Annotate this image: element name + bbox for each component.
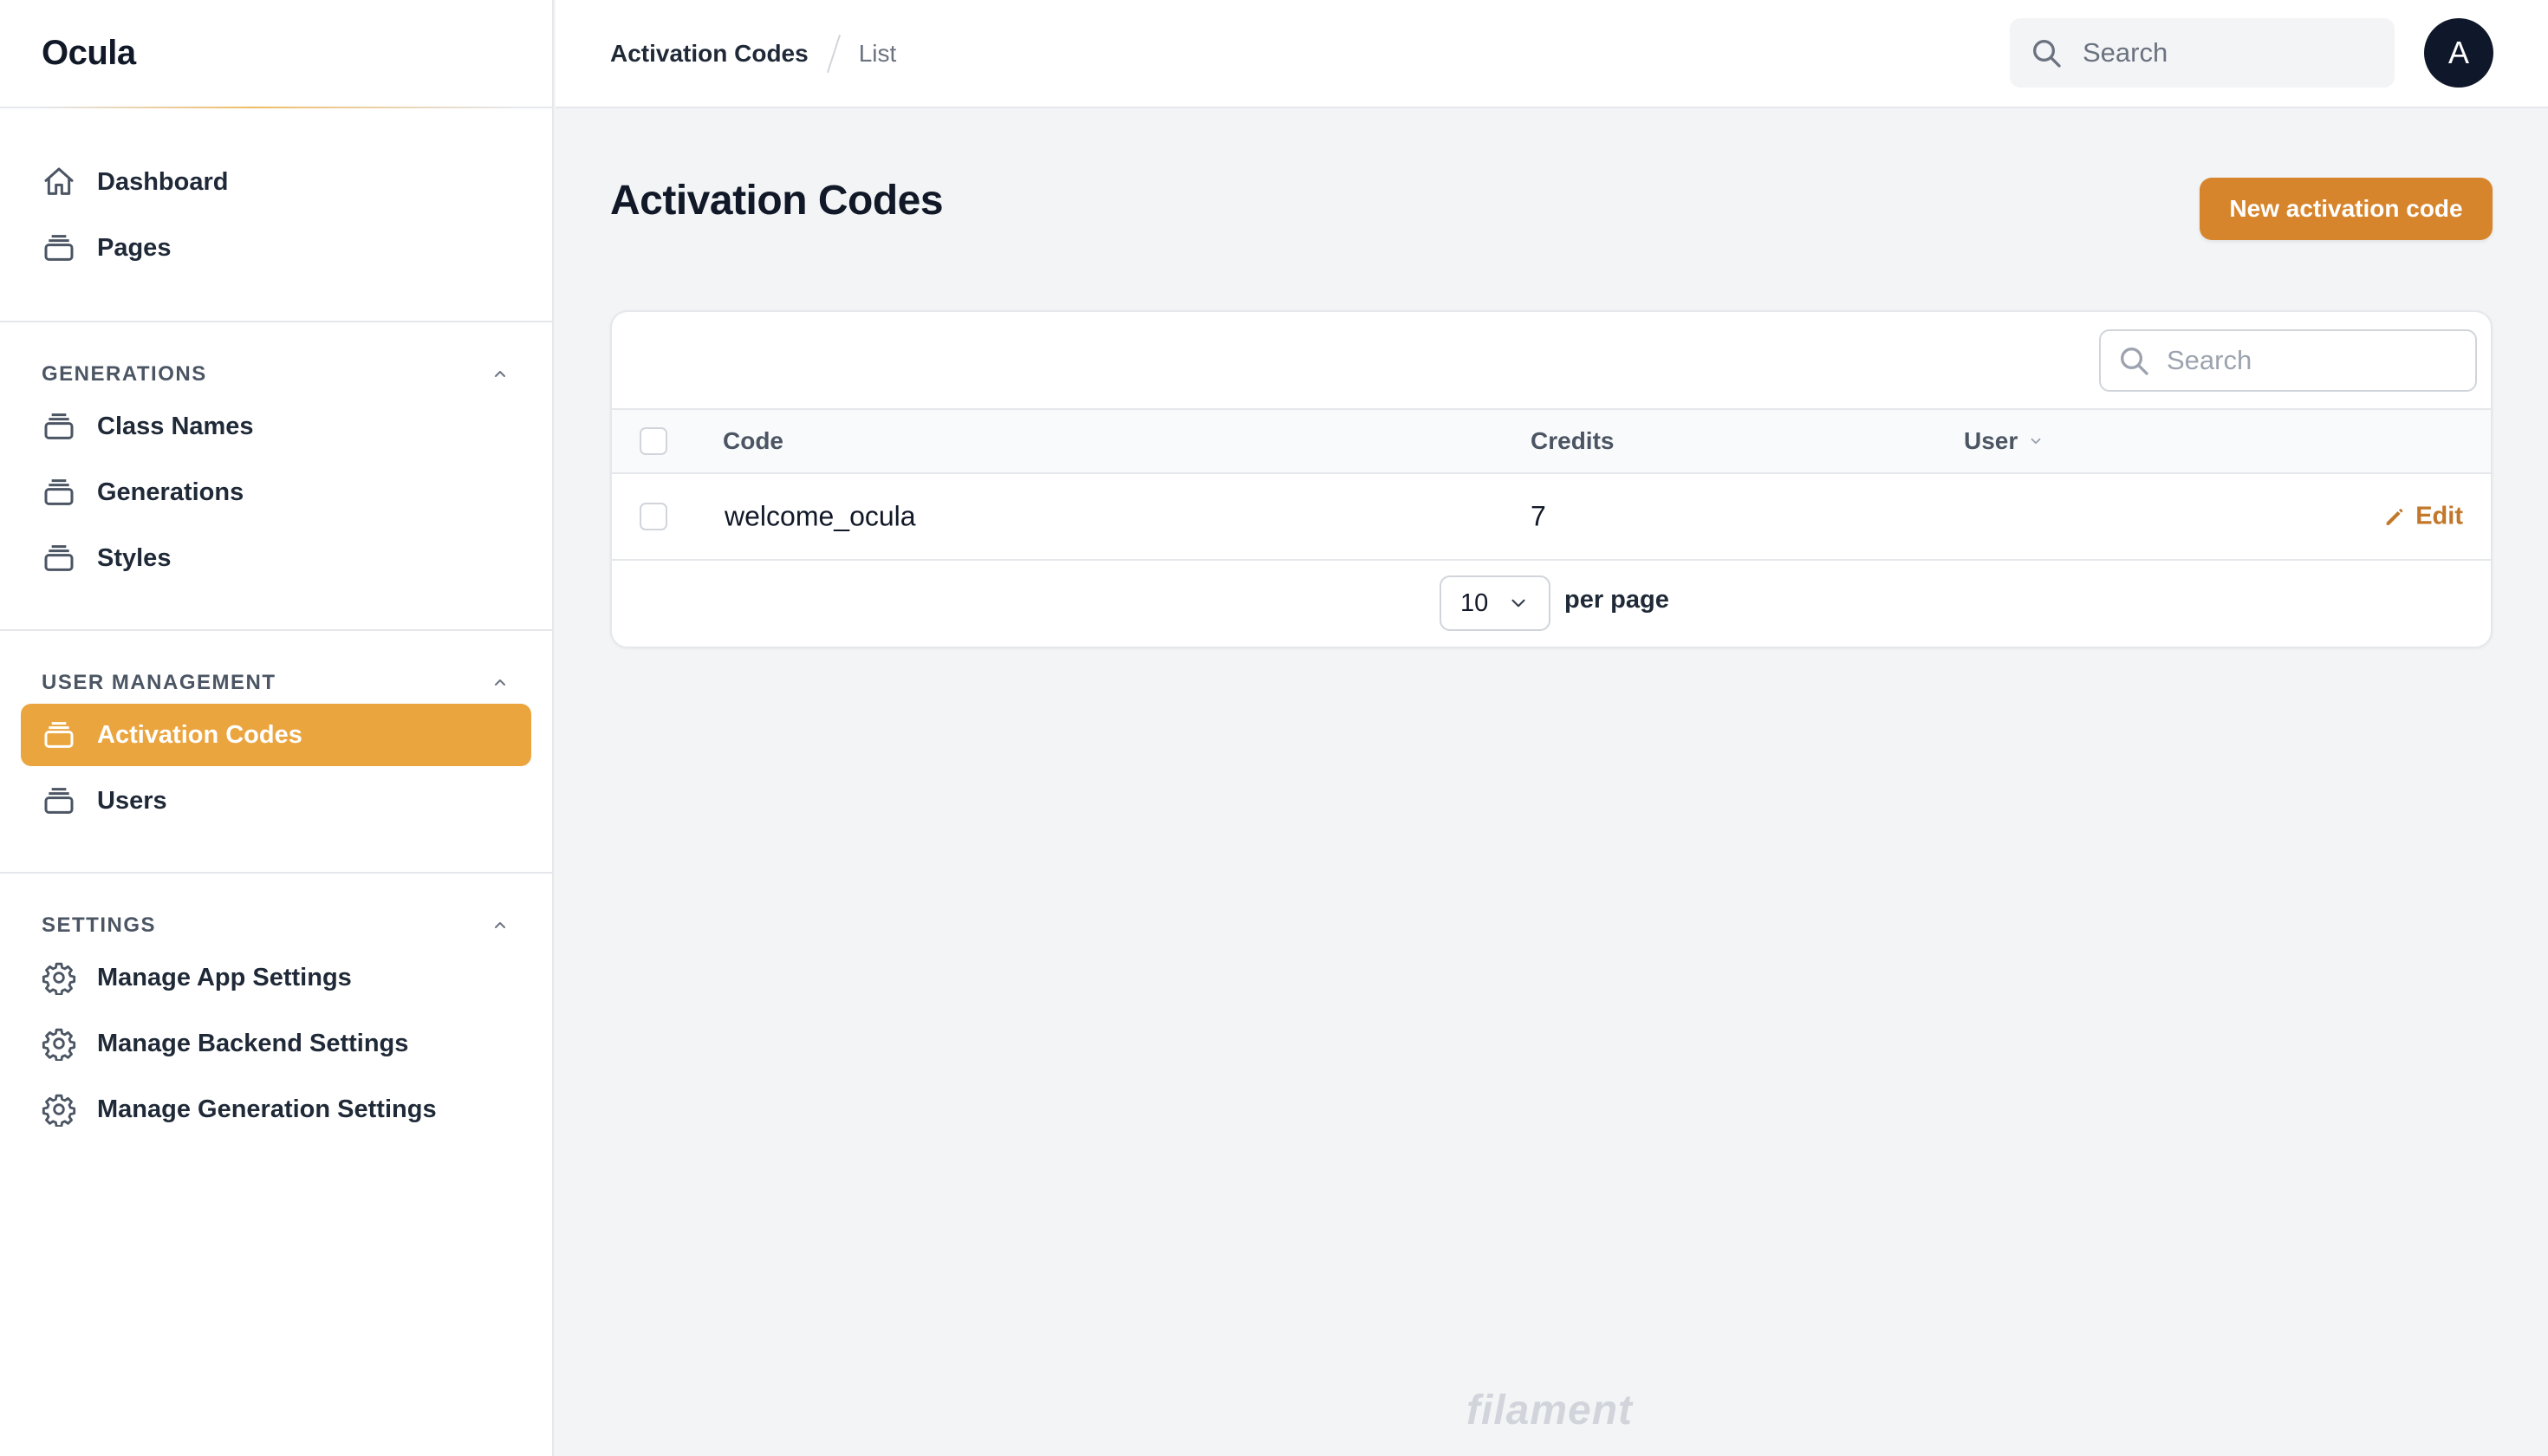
gear-icon <box>42 1028 76 1061</box>
select-all-checkbox[interactable] <box>640 427 667 455</box>
pagination: 10 per page <box>612 561 2491 645</box>
nav-section-generations: GENERATIONS Class Names Generations Styl… <box>0 322 552 631</box>
collection-icon <box>44 545 74 571</box>
column-header-user[interactable]: User <box>1964 427 2044 455</box>
section-label: SETTINGS <box>42 913 157 937</box>
per-page-select[interactable]: 10 <box>1440 575 1550 631</box>
column-header-code[interactable]: Code <box>723 427 783 455</box>
sidebar-item-label: Activation Codes <box>97 720 302 749</box>
activation-codes-table: Code Credits User welcome_ocula 7 Edit 1… <box>610 310 2493 648</box>
sidebar-item-users[interactable]: Users <box>21 770 531 832</box>
topbar: Activation Codes List A <box>556 0 2548 108</box>
breadcrumb-separator <box>826 34 841 73</box>
sidebar-item-pages[interactable]: Pages <box>21 217 531 279</box>
edit-button[interactable]: Edit <box>2382 503 2463 531</box>
sidebar: Ocula Dashboard Pages GENERATIONS Class … <box>0 0 554 1456</box>
global-search[interactable] <box>2010 18 2395 88</box>
brand-title[interactable]: Ocula <box>42 34 136 73</box>
cell-credits: 7 <box>1531 500 1546 532</box>
global-search-input[interactable] <box>2083 37 2369 68</box>
column-header-user-label: User <box>1964 427 2018 454</box>
section-header[interactable]: GENERATIONS <box>21 357 531 392</box>
section-label: GENERATIONS <box>42 362 207 386</box>
chevron-down-icon[interactable] <box>2028 433 2044 449</box>
search-icon <box>2033 40 2061 68</box>
breadcrumb: Activation Codes List <box>610 34 896 74</box>
table-search[interactable] <box>2099 329 2477 392</box>
sidebar-item-dashboard[interactable]: Dashboard <box>21 151 531 213</box>
sidebar-item-generations[interactable]: Generations <box>21 461 531 523</box>
row-checkbox[interactable] <box>640 503 667 530</box>
sidebar-item-label: Class Names <box>97 412 254 440</box>
nav-section-user-management: USER MANAGEMENT Activation Codes Users <box>0 631 552 874</box>
breadcrumb-item-activation-codes[interactable]: Activation Codes <box>610 40 809 68</box>
collection-icon <box>44 413 74 439</box>
sidebar-item-label: Users <box>97 786 167 815</box>
avatar[interactable]: A <box>2424 18 2493 88</box>
home-icon <box>44 167 74 195</box>
table-row[interactable]: welcome_ocula 7 Edit <box>612 474 2491 561</box>
brand: Ocula <box>0 0 552 108</box>
gear-icon <box>42 1094 76 1127</box>
table-search-input[interactable] <box>2167 345 2461 376</box>
section-header[interactable]: USER MANAGEMENT <box>21 666 531 700</box>
collection-icon <box>44 722 74 748</box>
collection-icon <box>44 788 74 814</box>
pencil-icon <box>2386 508 2403 525</box>
sidebar-item-label: Manage Generation Settings <box>97 1095 437 1123</box>
chevron-up-icon[interactable] <box>490 915 510 936</box>
edit-label: Edit <box>2415 502 2463 530</box>
column-header-credits[interactable]: Credits <box>1531 427 1614 455</box>
per-page-value: 10 <box>1460 588 1489 617</box>
sidebar-item-styles[interactable]: Styles <box>21 527 531 589</box>
chevron-up-icon[interactable] <box>490 673 510 693</box>
section-label: USER MANAGEMENT <box>42 671 276 694</box>
breadcrumb-item-list: List <box>858 39 897 67</box>
table-header: Code Credits User <box>612 410 2491 474</box>
sidebar-item-label: Generations <box>97 478 244 506</box>
sidebar-item-label: Styles <box>97 543 172 572</box>
sidebar-item-label: Manage Backend Settings <box>97 1029 409 1057</box>
sidebar-item-manage-app-settings[interactable]: Manage App Settings <box>21 946 531 1009</box>
gear-icon <box>42 962 76 995</box>
sidebar-item-activation-codes[interactable]: Activation Codes <box>21 704 531 766</box>
sidebar-item-manage-generation-settings[interactable]: Manage Generation Settings <box>21 1078 531 1141</box>
collection-icon <box>44 235 74 261</box>
sidebar-item-class-names[interactable]: Class Names <box>21 395 531 458</box>
sidebar-item-label: Pages <box>97 233 172 262</box>
new-activation-code-button[interactable]: New activation code <box>2200 178 2493 240</box>
nav-top-group: Dashboard Pages <box>0 108 552 322</box>
collection-icon <box>44 479 74 505</box>
sidebar-item-label: Dashboard <box>97 167 229 196</box>
section-header[interactable]: SETTINGS <box>21 908 531 943</box>
chevron-up-icon[interactable] <box>490 364 510 385</box>
table-toolbar <box>612 312 2491 410</box>
search-icon <box>2121 348 2148 375</box>
filament-logo[interactable]: filament <box>1466 1387 1633 1434</box>
sidebar-item-manage-backend-settings[interactable]: Manage Backend Settings <box>21 1012 531 1075</box>
sidebar-item-label: Manage App Settings <box>97 963 352 991</box>
cell-code: welcome_ocula <box>725 500 916 532</box>
per-page-label: per page <box>1564 586 1669 614</box>
nav-section-settings: SETTINGS Manage App Settings Manage Back… <box>0 874 552 1180</box>
chevron-down-icon <box>1511 599 1525 608</box>
page-title: Activation Codes <box>610 178 944 224</box>
